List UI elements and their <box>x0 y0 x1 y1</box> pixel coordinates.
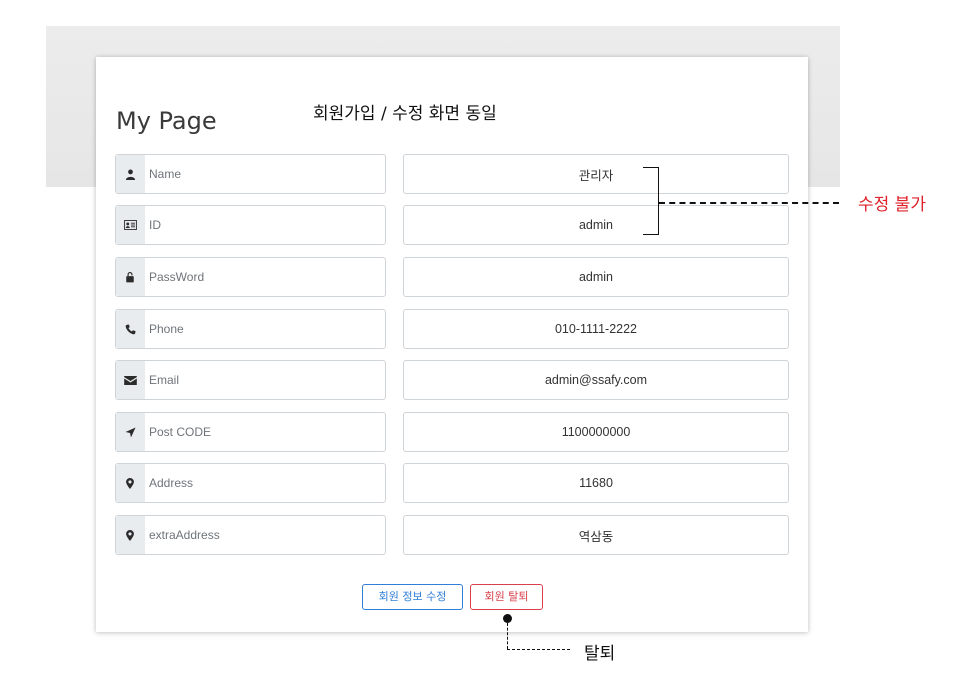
address-label-group: Address <box>115 463 386 503</box>
id-label-group: ID <box>115 205 386 245</box>
phone-label-group: Phone <box>115 309 386 349</box>
id-input[interactable]: admin <box>403 205 789 245</box>
field-label: ID <box>149 218 161 232</box>
field-row-extra-address: extraAddress 역삼동 <box>115 515 789 555</box>
field-row-name: Name 관리자 <box>115 154 789 194</box>
lock-icon <box>116 258 145 296</box>
password-label-group: PassWord <box>115 257 386 297</box>
uneditable-bracket <box>643 167 659 235</box>
page-title: My Page <box>116 107 217 135</box>
location-arrow-icon <box>116 413 145 451</box>
address-input[interactable]: 11680 <box>403 463 789 503</box>
map-marker-icon <box>116 464 145 502</box>
field-row-address: Address 11680 <box>115 463 789 503</box>
email-input[interactable]: admin@ssafy.com <box>403 360 789 400</box>
withdraw-member-button[interactable]: 회원 탈퇴 <box>470 584 543 610</box>
field-row-postcode: Post CODE 1100000000 <box>115 412 789 452</box>
annotation-uneditable: 수정 불가 <box>858 195 926 215</box>
field-label: Address <box>149 476 194 490</box>
email-label-group: Email <box>115 360 386 400</box>
field-label: extraAddress <box>149 528 220 542</box>
envelope-icon <box>116 361 145 399</box>
field-row-password: PassWord admin <box>115 257 789 297</box>
name-label-group: Name <box>115 154 386 194</box>
my-page-card: My Page 회원가입 / 수정 화면 동일 Name 관리자 ID admi… <box>96 57 808 632</box>
field-row-phone: Phone 010-1111-2222 <box>115 309 789 349</box>
uneditable-pointer-line <box>659 202 839 204</box>
withdraw-pointer-dot <box>503 614 512 623</box>
field-label: Phone <box>149 322 184 336</box>
extra-address-label-group: extraAddress <box>115 515 386 555</box>
withdraw-pointer-line-horizontal <box>507 649 570 650</box>
field-label: Name <box>149 167 182 181</box>
id-card-icon <box>116 206 145 244</box>
extra-address-input[interactable]: 역삼동 <box>403 515 789 555</box>
annotation-withdraw: 탈퇴 <box>584 644 616 664</box>
annotation-same-screen: 회원가입 / 수정 화면 동일 <box>313 104 497 124</box>
phone-icon <box>116 310 145 348</box>
field-row-email: Email admin@ssafy.com <box>115 360 789 400</box>
field-label: Email <box>149 373 180 387</box>
postcode-input[interactable]: 1100000000 <box>403 412 789 452</box>
user-icon <box>116 155 145 193</box>
field-label: Post CODE <box>149 425 212 439</box>
postcode-label-group: Post CODE <box>115 412 386 452</box>
edit-member-button[interactable]: 회원 정보 수정 <box>362 584 463 610</box>
withdraw-pointer-line-vertical <box>507 623 508 649</box>
field-row-id: ID admin <box>115 205 789 245</box>
map-marker-icon <box>116 516 145 554</box>
name-input[interactable]: 관리자 <box>403 154 789 194</box>
phone-input[interactable]: 010-1111-2222 <box>403 309 789 349</box>
field-label: PassWord <box>149 270 205 284</box>
password-input[interactable]: admin <box>403 257 789 297</box>
